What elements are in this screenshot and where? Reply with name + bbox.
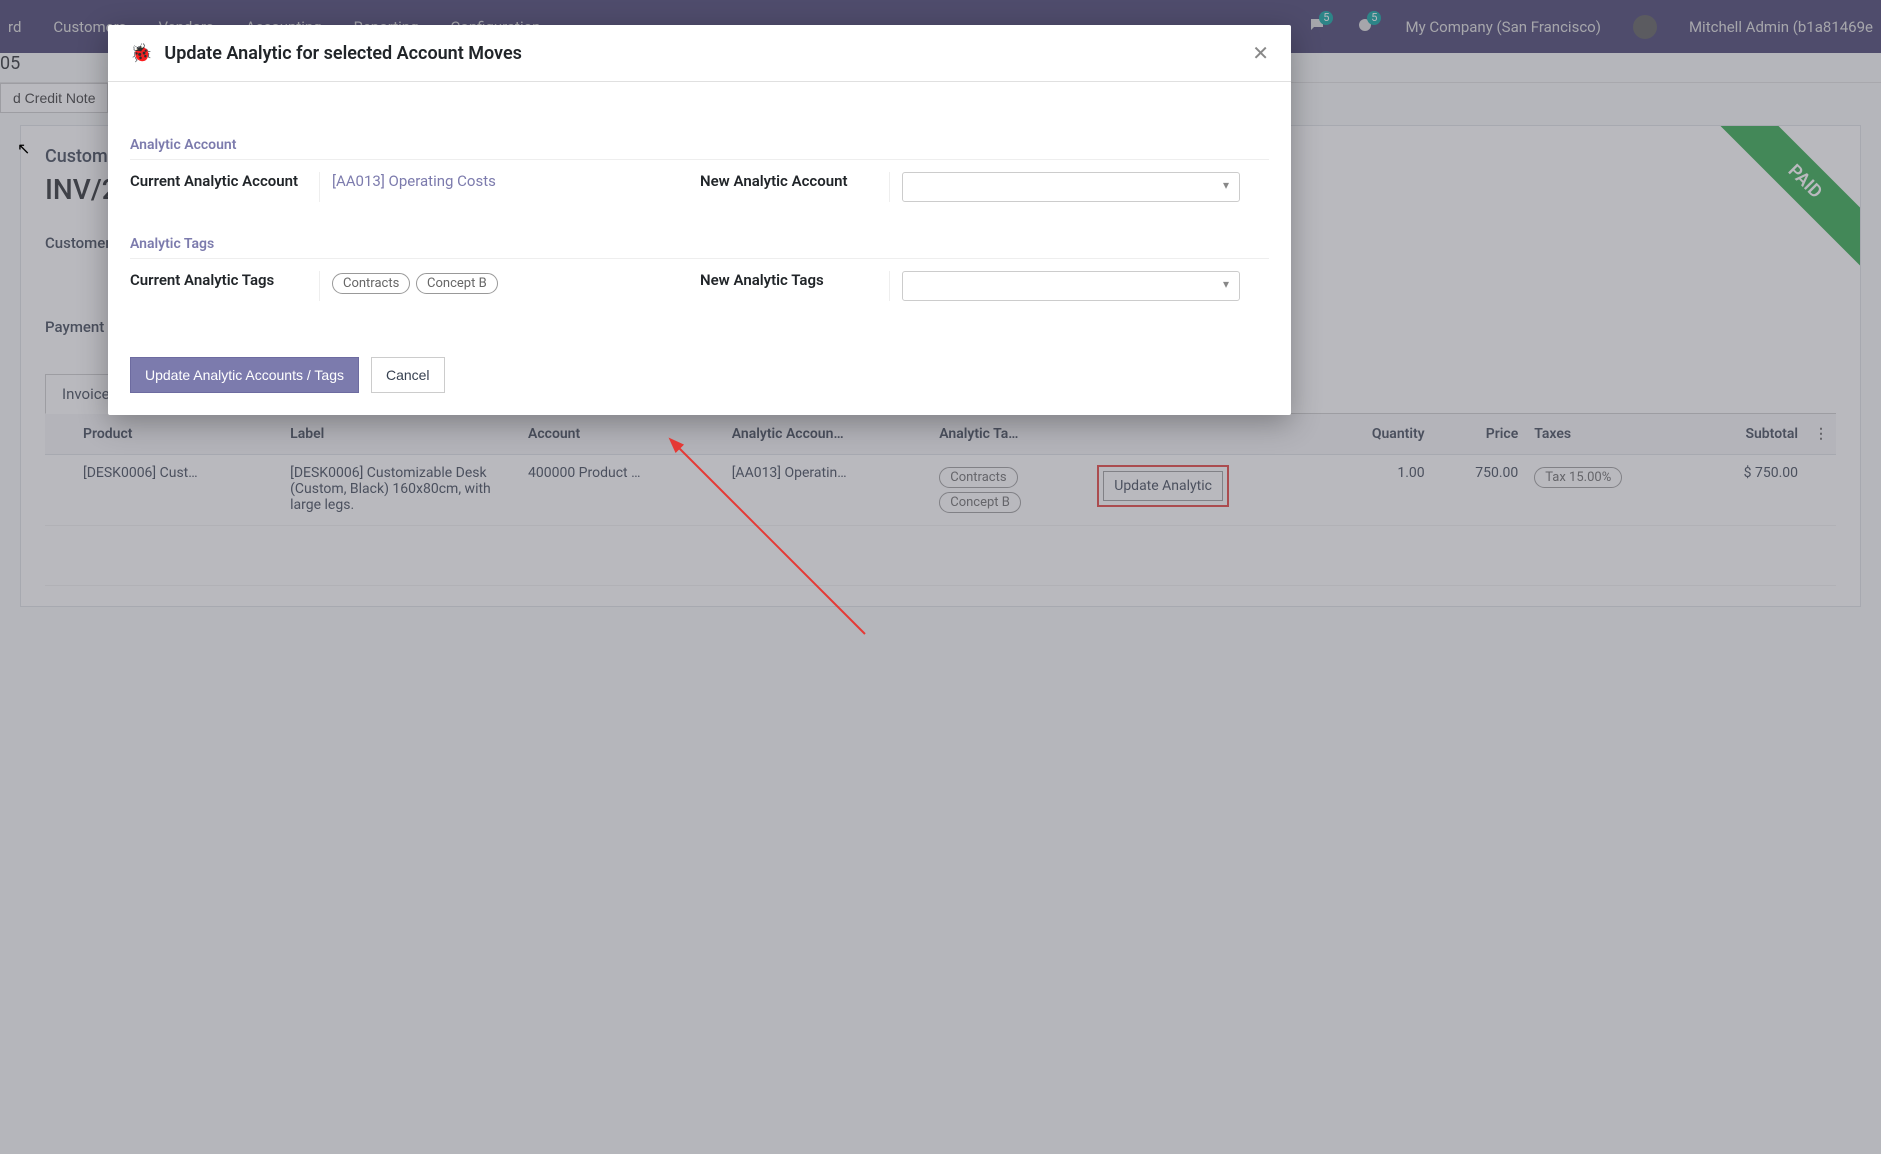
current-analytic-tags-label: Current Analytic Tags [130,271,320,301]
modal-footer: Update Analytic Accounts / Tags Cancel [108,341,1291,415]
section-analytic-account: Analytic Account [130,137,1269,160]
new-analytic-tags-select[interactable] [902,271,1240,301]
current-analytic-account-label: Current Analytic Account [130,172,320,202]
current-analytic-tags-value: Contracts Concept B [320,271,700,301]
new-analytic-tags-label: New Analytic Tags [700,271,890,301]
current-analytic-account-value: [AA013] Operating Costs [320,172,700,202]
new-analytic-account-select[interactable] [902,172,1240,202]
modal-header: 🐞 Update Analytic for selected Account M… [108,25,1291,82]
close-icon[interactable]: ✕ [1252,41,1269,65]
section-analytic-tags: Analytic Tags [130,236,1269,259]
update-analytic-modal: 🐞 Update Analytic for selected Account M… [108,25,1291,415]
tag-pill: Concept B [416,273,498,294]
new-analytic-account-label: New Analytic Account [700,172,890,202]
cancel-button[interactable]: Cancel [371,357,445,393]
tag-pill: Contracts [332,273,410,294]
bug-icon: 🐞 [130,43,152,64]
modal-title: Update Analytic for selected Account Mov… [164,43,521,64]
update-analytic-accounts-tags-button[interactable]: Update Analytic Accounts / Tags [130,357,359,393]
